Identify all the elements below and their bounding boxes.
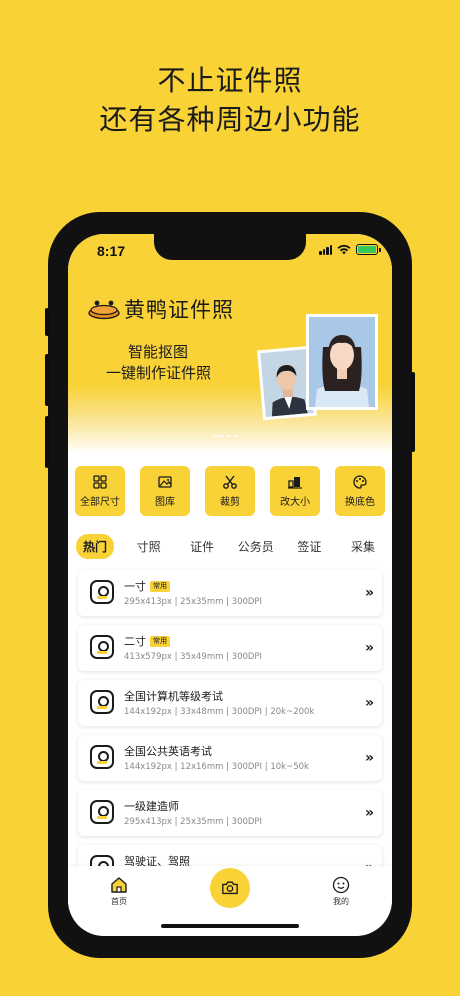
tool-label: 裁剪 [220,497,240,508]
tabbar-home-label: 首页 [111,897,127,906]
home-icon [111,877,127,893]
banner-slogan: 智能抠图 一键制作证件照 [106,342,211,384]
tool-label: 改大小 [280,497,310,508]
home-indicator [161,924,299,928]
tab-id-document[interactable]: 证件 [183,534,221,559]
brand-name: 黄鸭证件照 [124,298,234,322]
resize-icon [288,477,302,489]
banner-page-indicator [214,435,238,437]
volume-down-button [45,416,49,468]
item-spec: 295x413px | 25x35mm | 300DPI [124,817,263,827]
double-chevron-right-icon: » [364,585,374,601]
tool-change-background[interactable]: 换底色 [335,466,385,516]
common-badge: 常用 [150,635,170,647]
item-title: 一寸 [124,580,146,593]
image-icon [158,476,172,488]
tool-grid: 全部尺寸 图库 裁剪 改大小 换底色 [75,466,385,516]
double-chevron-right-icon: » [364,750,374,766]
common-badge: 常用 [150,580,170,592]
tool-gallery[interactable]: 图库 [140,466,190,516]
mute-switch [45,308,49,336]
item-title-row: 一寸 常用 [124,578,170,594]
list-item[interactable]: 一寸 常用 295x413px | 25x35mm | 300DPI » [78,570,382,616]
promo-line-2: 还有各种周边小功能 [99,103,361,136]
list-item[interactable]: 二寸 常用 413x579px | 35x49mm | 300DPI » [78,625,382,671]
list-item[interactable]: 全国公共英语考试 144x192px | 12x16mm | 300DPI | … [78,735,382,781]
tool-all-sizes[interactable]: 全部尺寸 [75,466,125,516]
smiley-icon [332,876,350,894]
item-title-row: 二寸 常用 [124,633,170,649]
item-spec: 144x192px | 12x16mm | 300DPI | 10k~50k [124,762,309,772]
duck-bill-icon [88,300,120,320]
item-title-row: 全国计算机等级考试 [124,688,223,704]
id-photo-icon [90,580,114,604]
tool-crop[interactable]: 裁剪 [205,466,255,516]
item-spec: 295x413px | 25x35mm | 300DPI [124,597,263,607]
id-photo-icon [90,745,114,769]
double-chevron-right-icon: » [364,640,374,656]
id-photo-icon [90,800,114,824]
id-photo-icon [90,690,114,714]
grid-icon [93,475,107,489]
tab-hot[interactable]: 热门 [76,534,114,559]
list-item[interactable]: 全国计算机等级考试 144x192px | 33x48mm | 300DPI |… [78,680,382,726]
tool-label: 全部尺寸 [80,497,120,508]
status-icons [319,244,381,255]
camera-button[interactable] [210,868,250,908]
phone-frame: 8:17 黄鸭证件照 智能抠图 一键制作证件照 全部尺寸 图库 裁剪 改大小 换… [45,212,415,958]
cellular-signal-icon [319,244,332,255]
tab-inch-photo[interactable]: 寸照 [130,534,168,559]
tool-label: 图库 [155,497,175,508]
power-button [411,372,415,452]
brand-logo: 黄鸭证件照 [88,294,234,324]
tab-collection[interactable]: 采集 [344,534,382,559]
item-title-row: 全国公共英语考试 [124,743,212,759]
promo-headline: 不止证件照 还有各种周边小功能 [0,62,460,140]
double-chevron-right-icon: » [364,695,374,711]
item-title: 二寸 [124,635,146,648]
item-title: 全国计算机等级考试 [124,690,223,703]
promo-line-1: 不止证件照 [157,64,303,97]
list-item[interactable]: 一级建造师 295x413px | 25x35mm | 300DPI » [78,790,382,836]
app-screen: 8:17 黄鸭证件照 智能抠图 一键制作证件照 全部尺寸 图库 裁剪 改大小 换… [68,234,392,936]
palette-icon [353,475,367,489]
tool-label: 换底色 [345,497,375,508]
tab-visa[interactable]: 签证 [290,534,328,559]
slogan-line-1: 智能抠图 [128,343,189,361]
tabbar-home[interactable]: 首页 [110,876,128,907]
slogan-line-2: 一键制作证件照 [106,364,212,382]
id-photo-icon [90,635,114,659]
status-time: 8:17 [97,243,126,259]
volume-up-button [45,354,49,406]
item-title: 一级建造师 [124,800,179,813]
wifi-icon [337,244,351,254]
camera-icon [222,881,238,895]
item-title: 全国公共英语考试 [124,745,212,758]
scissors-icon [223,475,237,489]
bottom-tab-bar: 首页 我的 [68,866,392,936]
tool-resize[interactable]: 改大小 [270,466,320,516]
tabbar-mine-label: 我的 [333,897,349,906]
sample-photo-woman [306,314,378,410]
item-spec: 413x579px | 35x49mm | 300DPI [124,652,263,662]
double-chevron-right-icon: » [364,805,374,821]
item-spec: 144x192px | 33x48mm | 300DPI | 20k~200k [124,707,315,717]
tab-civil-servant[interactable]: 公务员 [237,534,275,559]
hero-banner[interactable]: 黄鸭证件照 智能抠图 一键制作证件照 [68,274,392,454]
notch [154,234,306,260]
size-list: 一寸 常用 295x413px | 25x35mm | 300DPI » 二寸 … [78,570,382,900]
battery-icon [356,244,381,255]
item-title-row: 一级建造师 [124,798,179,814]
category-tabs: 热门 寸照 证件 公务员 签证 采集 [76,534,382,559]
tabbar-mine[interactable]: 我的 [332,876,350,907]
